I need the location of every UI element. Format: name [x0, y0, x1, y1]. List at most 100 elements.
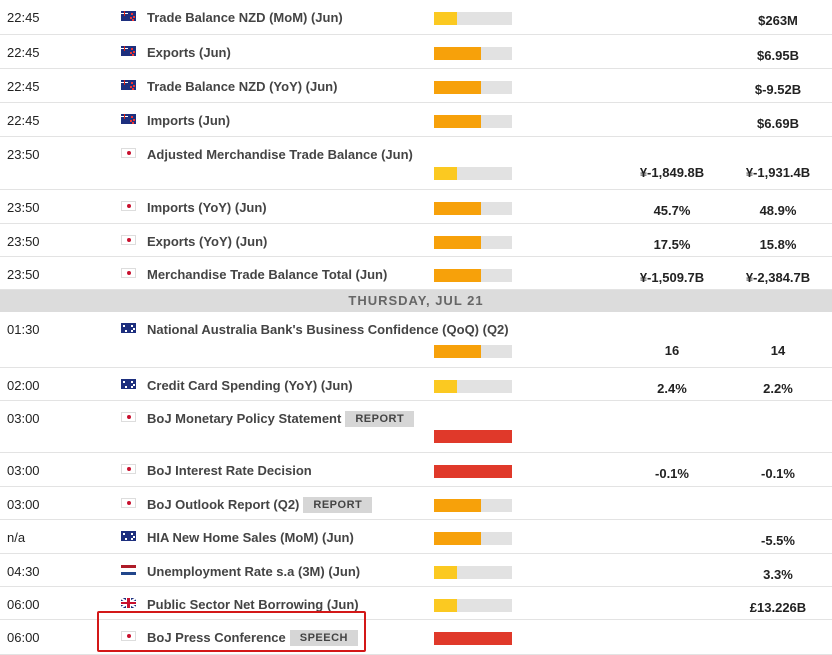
event-row[interactable]: 01:30 National Australia Bank's Business … [0, 312, 832, 368]
event-name[interactable]: Trade Balance NZD (MoM) (Jun) [147, 10, 343, 25]
economic-calendar: 22:45 Trade Balance NZD (MoM) (Jun) $263M 2… [0, 0, 832, 655]
impact-meter-fill [434, 430, 512, 443]
event-row[interactable]: 04:30 Unemployment Rate s.a (3M) (Jun) 3.3… [0, 554, 832, 587]
event-name[interactable]: Public Sector Net Borrowing (Jun) [147, 597, 359, 612]
event-name[interactable]: Credit Card Spending (YoY) (Jun) [147, 378, 353, 393]
impact-meter [434, 345, 512, 358]
event-time: 03:00 [7, 411, 40, 426]
event-row[interactable]: 02:00 Credit Card Spending (YoY) (Jun) 2.4… [0, 368, 832, 401]
event-name[interactable]: HIA New Home Sales (MoM) (Jun) [147, 530, 354, 545]
japan-flag-icon [121, 148, 136, 158]
event-row[interactable]: 22:45 Exports (Jun) $6.95B [0, 35, 832, 69]
impact-meter [434, 47, 512, 60]
japan-flag-icon [121, 201, 136, 211]
japan-flag-icon [121, 412, 136, 422]
event-name[interactable]: BoJ Monetary Policy Statement REPORT [147, 411, 415, 427]
event-time: 23:50 [7, 267, 40, 282]
event-name-text: HIA New Home Sales (MoM) (Jun) [147, 530, 354, 545]
impact-meter-fill [434, 47, 481, 60]
event-row[interactable]: 03:00 BoJ Interest Rate Decision -0.1% -0.1… [0, 453, 832, 487]
impact-meter-fill [434, 632, 512, 645]
actual-value: ¥-1,849.8B [639, 165, 705, 180]
event-name[interactable]: Imports (Jun) [147, 113, 230, 128]
event-name[interactable]: Merchandise Trade Balance Total (Jun) [147, 267, 387, 282]
event-type-badge[interactable]: REPORT [303, 497, 373, 513]
impact-meter [434, 115, 512, 128]
previous-value: ¥-2,384.7B [745, 270, 811, 285]
event-time: 22:45 [7, 113, 40, 128]
previous-value: 15.8% [759, 237, 797, 252]
event-time: 04:30 [7, 564, 40, 579]
previous-value: -0.1% [761, 466, 795, 481]
event-name[interactable]: Exports (YoY) (Jun) [147, 234, 267, 249]
impact-meter-fill [434, 115, 481, 128]
actual-value: 16 [664, 343, 680, 358]
impact-meter [434, 167, 512, 180]
actual-value: ¥-1,509.7B [639, 270, 705, 285]
day-header: THURSDAY, JUL 21 [0, 290, 832, 312]
impact-meter-fill [434, 167, 458, 180]
impact-meter-fill [434, 269, 481, 282]
event-name[interactable]: BoJ Outlook Report (Q2) REPORT [147, 497, 373, 513]
previous-value: 48.9% [759, 203, 797, 218]
event-name[interactable]: Trade Balance NZD (YoY) (Jun) [147, 79, 337, 94]
previous-value: $6.95B [757, 48, 799, 63]
event-name-text: Credit Card Spending (YoY) (Jun) [147, 378, 353, 393]
event-time: n/a [7, 530, 26, 545]
event-name[interactable]: National Australia Bank's Business Confi… [147, 322, 509, 337]
event-row[interactable]: 23:50 Imports (YoY) (Jun) 45.7% 48.9% [0, 190, 832, 224]
previous-value: $6.69B [757, 116, 799, 131]
impact-meter [434, 202, 512, 215]
japan-flag-icon [121, 268, 136, 278]
event-row[interactable]: 23:50 Adjusted Merchandise Trade Balance … [0, 137, 832, 190]
event-row[interactable]: 22:45 Imports (Jun) $6.69B [0, 103, 832, 137]
event-name-text: Unemployment Rate s.a (3M) (Jun) [147, 564, 361, 579]
event-row[interactable]: 23:50 Exports (YoY) (Jun) 17.5% 15.8% [0, 224, 832, 257]
impact-meter [434, 430, 512, 443]
impact-meter [434, 81, 512, 94]
impact-meter [434, 12, 512, 25]
impact-meter-fill [434, 236, 481, 249]
impact-meter [434, 566, 512, 579]
event-name-text: Trade Balance NZD (YoY) (Jun) [147, 79, 338, 94]
japan-flag-icon [121, 235, 136, 245]
impact-meter [434, 236, 512, 249]
impact-meter [434, 599, 512, 612]
netherlands-flag-icon [121, 565, 136, 575]
event-name[interactable]: Unemployment Rate s.a (3M) (Jun) [147, 564, 360, 579]
impact-meter-fill [434, 532, 481, 545]
actual-value: 17.5% [653, 237, 691, 252]
previous-value: ¥-1,931.4B [745, 165, 811, 180]
australia-flag-icon [121, 323, 136, 333]
event-name[interactable]: Imports (YoY) (Jun) [147, 200, 267, 215]
event-row[interactable]: 03:00 BoJ Outlook Report (Q2) REPORT [0, 487, 832, 520]
event-time: 22:45 [7, 45, 40, 60]
impact-meter-fill [434, 499, 481, 512]
event-name-text: Imports (YoY) (Jun) [147, 200, 267, 215]
event-type-badge[interactable]: REPORT [345, 411, 415, 427]
australia-flag-icon [121, 379, 136, 389]
event-name[interactable]: Exports (Jun) [147, 45, 231, 60]
event-name[interactable]: Adjusted Merchandise Trade Balance (Jun) [147, 147, 413, 162]
previous-value: 3.3% [763, 567, 793, 582]
event-row[interactable]: 22:45 Trade Balance NZD (MoM) (Jun) $263M [0, 0, 832, 35]
event-time: 02:00 [7, 378, 40, 393]
highlight-box [97, 611, 366, 652]
event-row[interactable]: 22:45 Trade Balance NZD (YoY) (Jun) $-9.52… [0, 69, 832, 103]
previous-value: 14 [770, 343, 786, 358]
event-time: 03:00 [7, 497, 40, 512]
australia-flag-icon [121, 531, 136, 541]
event-row[interactable]: n/a HIA New Home Sales (MoM) (Jun) -5.5% [0, 520, 832, 554]
event-name-text: Public Sector Net Borrowing (Jun) [147, 597, 359, 612]
new-zealand-flag-icon [121, 114, 136, 124]
uk-flag-icon [121, 598, 136, 608]
event-time: 06:00 [7, 597, 40, 612]
event-time: 23:50 [7, 234, 40, 249]
impact-meter-fill [434, 12, 458, 25]
event-row[interactable]: 03:00 BoJ Monetary Policy Statement REPORT [0, 401, 832, 453]
event-name[interactable]: BoJ Interest Rate Decision [147, 463, 312, 478]
actual-value: 45.7% [653, 203, 691, 218]
event-name-text: Imports (Jun) [147, 113, 231, 128]
impact-meter [434, 380, 512, 393]
event-row[interactable]: 23:50 Merchandise Trade Balance Total (Ju… [0, 257, 832, 290]
